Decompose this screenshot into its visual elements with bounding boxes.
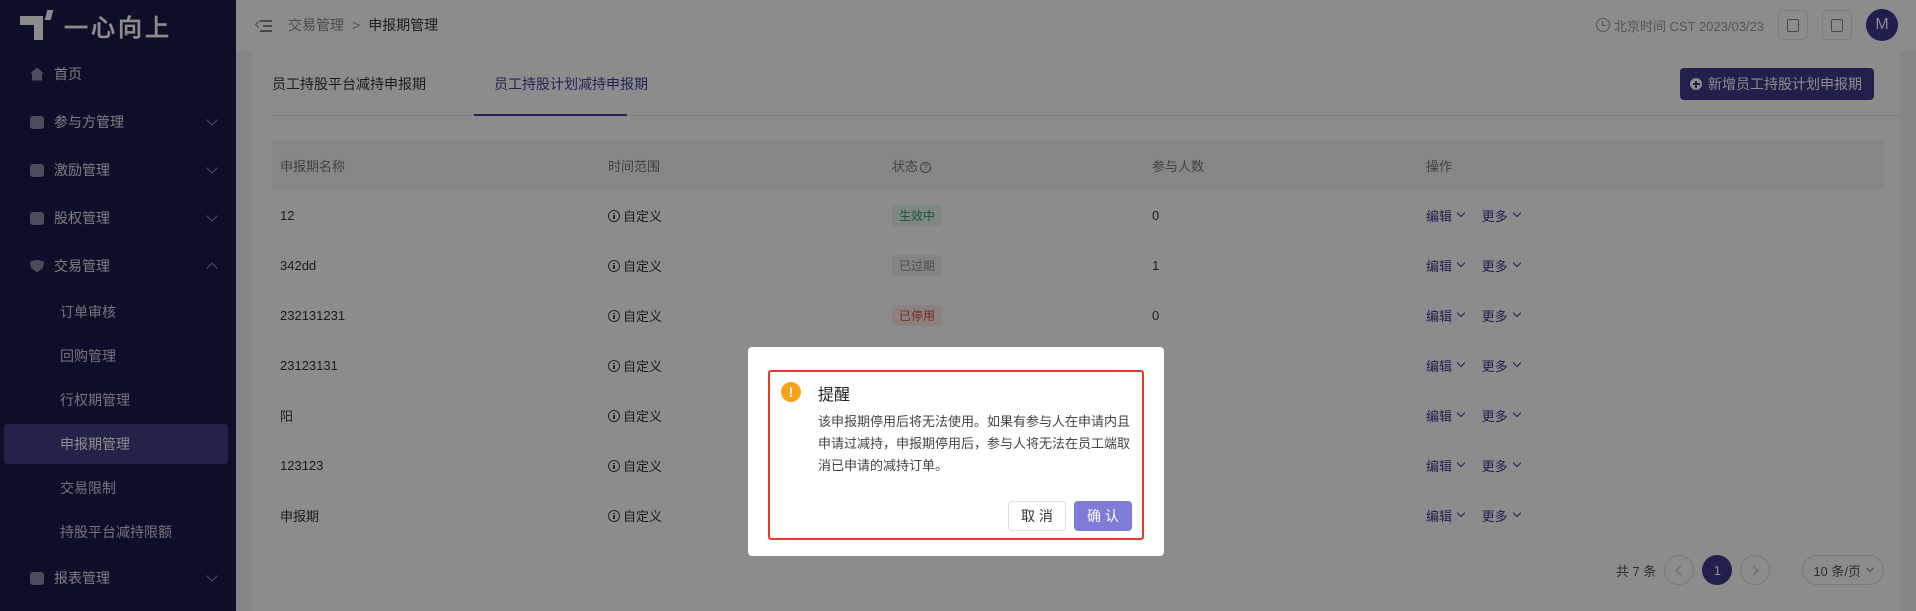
confirm-dialog: ! 提醒 该申报期停用后将无法使用。如果有参与人在申请内且申请过减持，申报期停用… xyxy=(748,347,1164,556)
cancel-button[interactable]: 取 消 xyxy=(1008,501,1066,531)
confirm-button[interactable]: 确 认 xyxy=(1074,501,1132,531)
dialog-message: 该申报期停用后将无法使用。如果有参与人在申请内且申请过减持，申报期停用后，参与人… xyxy=(818,414,1131,473)
dialog-title: 提醒 xyxy=(818,387,851,404)
warning-icon: ! xyxy=(781,382,801,402)
